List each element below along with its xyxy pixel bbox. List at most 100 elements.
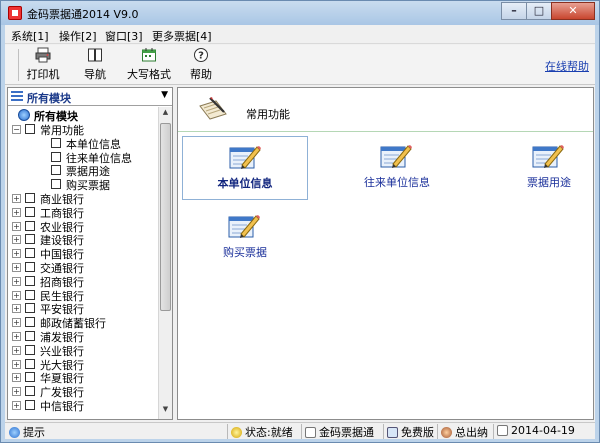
status-state: 状态:就绪: [231, 424, 293, 439]
expand-icon[interactable]: +: [12, 387, 21, 397]
tree-checkbox[interactable]: [25, 220, 35, 231]
function-tile[interactable]: 本单位信息: [182, 136, 308, 200]
expand-icon[interactable]: +: [12, 401, 21, 410]
function-tile[interactable]: 票据用途: [486, 136, 600, 200]
function-tile-label: 购买票据: [223, 246, 267, 259]
tree-checkbox[interactable]: [25, 193, 35, 203]
tree-checkbox[interactable]: [51, 179, 61, 190]
tree-checkbox[interactable]: [25, 206, 35, 217]
function-tile-label: 往来单位信息: [364, 176, 430, 189]
tree-checkbox[interactable]: [51, 151, 61, 162]
menu-more-bills[interactable]: 更多票据[4]: [152, 28, 212, 44]
form-edit-icon: [532, 145, 564, 168]
module-select-value: 所有模块: [27, 92, 71, 105]
menu-window[interactable]: 窗口[3]: [105, 28, 143, 44]
status-date-text: 2014-04-19: [511, 424, 575, 437]
minimize-icon: –: [511, 4, 517, 17]
help-label: 帮助: [190, 68, 212, 81]
info-icon: [9, 427, 20, 438]
online-help-link[interactable]: 在线帮助: [545, 58, 589, 74]
scroll-thumb[interactable]: [160, 123, 171, 311]
toolbar-grip: [18, 49, 19, 81]
expand-icon[interactable]: +: [12, 304, 21, 314]
expand-icon[interactable]: +: [12, 359, 21, 369]
window-title: 金码票据通2014 V9.0: [27, 8, 139, 21]
expand-icon[interactable]: +: [12, 263, 21, 272]
tree-checkbox[interactable]: [25, 400, 35, 410]
expand-icon[interactable]: +: [12, 194, 21, 203]
tree-checkbox[interactable]: [25, 331, 35, 341]
navigation-button[interactable]: 导航: [79, 47, 111, 83]
status-divider: [437, 424, 438, 439]
printer-icon: [35, 47, 51, 63]
menu-system[interactable]: 系统[1]: [11, 28, 49, 44]
form-edit-icon: [228, 215, 260, 238]
tree-checkbox[interactable]: [25, 289, 35, 300]
note-pen-icon: [199, 97, 227, 120]
tree-checkbox[interactable]: [25, 303, 35, 314]
status-edition: 免费版: [387, 424, 434, 439]
printer-label: 打印机: [26, 68, 60, 81]
tree-checkbox[interactable]: [25, 275, 35, 286]
tree-checkbox[interactable]: [25, 262, 35, 272]
form-edit-icon: [380, 145, 412, 168]
expand-icon[interactable]: +: [12, 235, 21, 245]
status-divider: [383, 424, 384, 439]
status-state-text: 状态:就绪: [245, 426, 293, 439]
tree-scrollbar[interactable]: ▲ ▼: [158, 107, 172, 419]
function-header: 常用功能: [178, 88, 593, 132]
maximize-button[interactable]: □: [526, 2, 552, 20]
expand-icon[interactable]: +: [12, 276, 21, 286]
menu-operation[interactable]: 操作[2]: [59, 28, 97, 44]
tree-checkbox[interactable]: [25, 124, 35, 134]
function-tile-label: 本单位信息: [217, 177, 273, 190]
scroll-down-icon[interactable]: ▼: [160, 405, 171, 418]
dropdown-arrow-icon[interactable]: ▼: [161, 90, 168, 100]
expand-icon[interactable]: +: [12, 290, 21, 300]
expand-icon[interactable]: +: [12, 345, 21, 355]
tree-checkbox[interactable]: [25, 248, 35, 259]
tree-checkbox[interactable]: [51, 165, 61, 176]
title-bar[interactable]: 金码票据通2014 V9.0 – □ ✕: [1, 1, 599, 25]
tree-checkbox[interactable]: [25, 317, 35, 328]
tree-checkbox[interactable]: [25, 234, 35, 245]
tree-checkbox[interactable]: [51, 137, 61, 148]
expand-icon[interactable]: +: [12, 318, 21, 328]
expand-icon[interactable]: +: [12, 373, 21, 383]
status-issuer: 总出纳: [441, 424, 488, 439]
navigation-label: 导航: [84, 68, 106, 81]
book-icon: [88, 48, 102, 62]
status-edition-text: 免费版: [401, 426, 434, 439]
window-controls: – □ ✕: [501, 2, 595, 20]
close-button[interactable]: ✕: [551, 2, 595, 20]
help-button[interactable]: ? 帮助: [188, 47, 214, 83]
tree-checkbox[interactable]: [25, 358, 35, 369]
uppercase-format-label: 大写格式: [127, 68, 171, 81]
expand-icon[interactable]: +: [12, 249, 21, 259]
status-divider: [227, 424, 228, 439]
function-tile[interactable]: 购买票据: [182, 206, 308, 270]
user-icon: [441, 427, 452, 438]
expand-icon[interactable]: +: [12, 207, 21, 217]
collapse-icon[interactable]: −: [12, 125, 21, 134]
status-app: 金码票据通: [305, 424, 374, 439]
minimize-button[interactable]: –: [501, 2, 527, 20]
status-divider: [301, 424, 302, 439]
module-select[interactable]: 所有模块 ▼: [8, 88, 172, 106]
calendar-icon: [142, 48, 156, 62]
expand-icon[interactable]: +: [12, 332, 21, 341]
uppercase-format-button[interactable]: 大写格式: [123, 47, 175, 83]
help-icon: ?: [194, 48, 208, 62]
tree-checkbox[interactable]: [25, 386, 35, 397]
scroll-up-icon[interactable]: ▲: [160, 108, 171, 121]
expand-icon[interactable]: +: [12, 221, 21, 231]
tree-checkbox[interactable]: [25, 344, 35, 355]
tree-checkbox[interactable]: [25, 372, 35, 383]
status-hint: 提示: [9, 424, 45, 439]
status-app-text: 金码票据通: [319, 426, 374, 439]
globe-icon: [18, 109, 30, 121]
app-logo-icon: [8, 6, 22, 20]
function-tile[interactable]: 往来单位信息: [334, 136, 460, 200]
status-divider: [493, 424, 494, 439]
printer-button[interactable]: 打印机: [23, 47, 63, 83]
